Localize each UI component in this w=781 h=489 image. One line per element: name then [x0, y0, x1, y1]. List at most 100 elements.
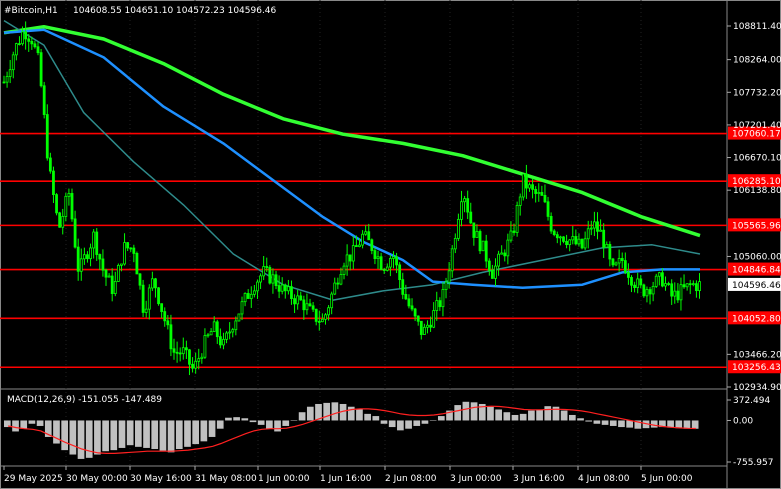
candle[interactable]	[70, 188, 74, 222]
candle[interactable]	[36, 41, 40, 56]
candle[interactable]	[463, 195, 466, 213]
candle[interactable]	[135, 251, 139, 275]
candle[interactable]	[450, 245, 454, 278]
candle[interactable]	[231, 327, 235, 338]
candle[interactable]	[259, 273, 262, 289]
candle[interactable]	[42, 81, 46, 119]
candle[interactable]	[528, 182, 531, 192]
candle[interactable]	[648, 287, 652, 305]
candle[interactable]	[453, 233, 457, 254]
candle[interactable]	[76, 238, 80, 281]
candle[interactable]	[129, 247, 133, 252]
candle[interactable]	[379, 252, 383, 271]
candle[interactable]	[348, 254, 352, 271]
candle[interactable]	[314, 308, 318, 326]
candle[interactable]	[24, 21, 28, 50]
candle[interactable]	[497, 250, 500, 276]
candle[interactable]	[194, 352, 198, 374]
candle[interactable]	[546, 196, 550, 221]
candle[interactable]	[676, 283, 680, 303]
candle[interactable]	[345, 244, 349, 276]
candle[interactable]	[481, 240, 485, 252]
candle[interactable]	[222, 332, 225, 350]
candle[interactable]	[296, 290, 300, 310]
candle[interactable]	[18, 36, 21, 46]
candle[interactable]	[104, 268, 108, 286]
candle[interactable]	[92, 229, 96, 259]
candle[interactable]	[249, 286, 253, 308]
candle[interactable]	[565, 234, 568, 249]
candle[interactable]	[175, 341, 179, 363]
candle[interactable]	[178, 347, 182, 362]
candle[interactable]	[426, 320, 429, 334]
candle[interactable]	[435, 291, 439, 321]
candle[interactable]	[191, 357, 194, 373]
candle[interactable]	[351, 236, 355, 270]
candle[interactable]	[240, 296, 244, 321]
candle[interactable]	[422, 323, 426, 335]
candle[interactable]	[456, 213, 460, 242]
time-axis[interactable]: 29 May 2025 30 May 00:00 30 May 16:00 31 Ma…	[3, 466, 693, 484]
candle[interactable]	[419, 320, 423, 340]
candle[interactable]	[324, 313, 327, 325]
candle[interactable]	[460, 190, 463, 227]
candle[interactable]	[466, 190, 470, 220]
candle[interactable]	[651, 281, 655, 302]
candle[interactable]	[218, 328, 222, 349]
candle[interactable]	[79, 248, 83, 281]
candle[interactable]	[262, 256, 266, 281]
candle[interactable]	[503, 249, 507, 262]
candle[interactable]	[209, 328, 213, 336]
candle[interactable]	[500, 245, 504, 255]
candle[interactable]	[661, 268, 664, 288]
candle[interactable]	[691, 280, 695, 287]
candle[interactable]	[518, 193, 522, 216]
candle[interactable]	[95, 228, 99, 261]
candle[interactable]	[200, 353, 204, 364]
candle[interactable]	[484, 234, 488, 268]
candle[interactable]	[524, 164, 528, 199]
candle[interactable]	[252, 284, 256, 298]
candle[interactable]	[73, 210, 77, 249]
candle[interactable]	[521, 173, 525, 201]
candle[interactable]	[154, 277, 157, 298]
candle[interactable]	[398, 262, 402, 289]
candle[interactable]	[673, 282, 677, 304]
candle[interactable]	[506, 233, 510, 265]
candle[interactable]	[302, 295, 306, 320]
candle[interactable]	[160, 303, 164, 319]
candle[interactable]	[8, 59, 12, 84]
candle[interactable]	[667, 281, 670, 286]
candle[interactable]	[290, 280, 293, 305]
candle[interactable]	[654, 273, 658, 288]
candle[interactable]	[172, 338, 176, 360]
candle[interactable]	[107, 273, 111, 278]
candle[interactable]	[664, 276, 667, 291]
candle[interactable]	[86, 251, 89, 263]
candle[interactable]	[670, 279, 674, 305]
candle[interactable]	[215, 319, 219, 344]
candle[interactable]	[549, 212, 553, 234]
candle[interactable]	[45, 104, 49, 161]
candle[interactable]	[580, 238, 584, 250]
candle[interactable]	[623, 252, 627, 275]
candle[interactable]	[602, 223, 606, 258]
candle[interactable]	[407, 294, 411, 309]
candle[interactable]	[472, 222, 476, 246]
candle[interactable]	[225, 331, 228, 344]
candle[interactable]	[555, 231, 559, 244]
candle[interactable]	[110, 268, 114, 302]
candle[interactable]	[280, 277, 284, 295]
candle[interactable]	[614, 261, 618, 267]
candle[interactable]	[197, 348, 201, 370]
candle[interactable]	[682, 274, 686, 289]
candle[interactable]	[246, 289, 250, 299]
chart-canvas[interactable]: 372.4940.00-755.957 107060.17106285.1010…	[0, 0, 781, 489]
candle[interactable]	[367, 223, 371, 241]
candle[interactable]	[543, 184, 547, 204]
candle[interactable]	[611, 257, 615, 268]
candle[interactable]	[642, 283, 646, 298]
candle[interactable]	[627, 263, 630, 285]
candle[interactable]	[336, 277, 340, 290]
candle[interactable]	[490, 264, 494, 279]
